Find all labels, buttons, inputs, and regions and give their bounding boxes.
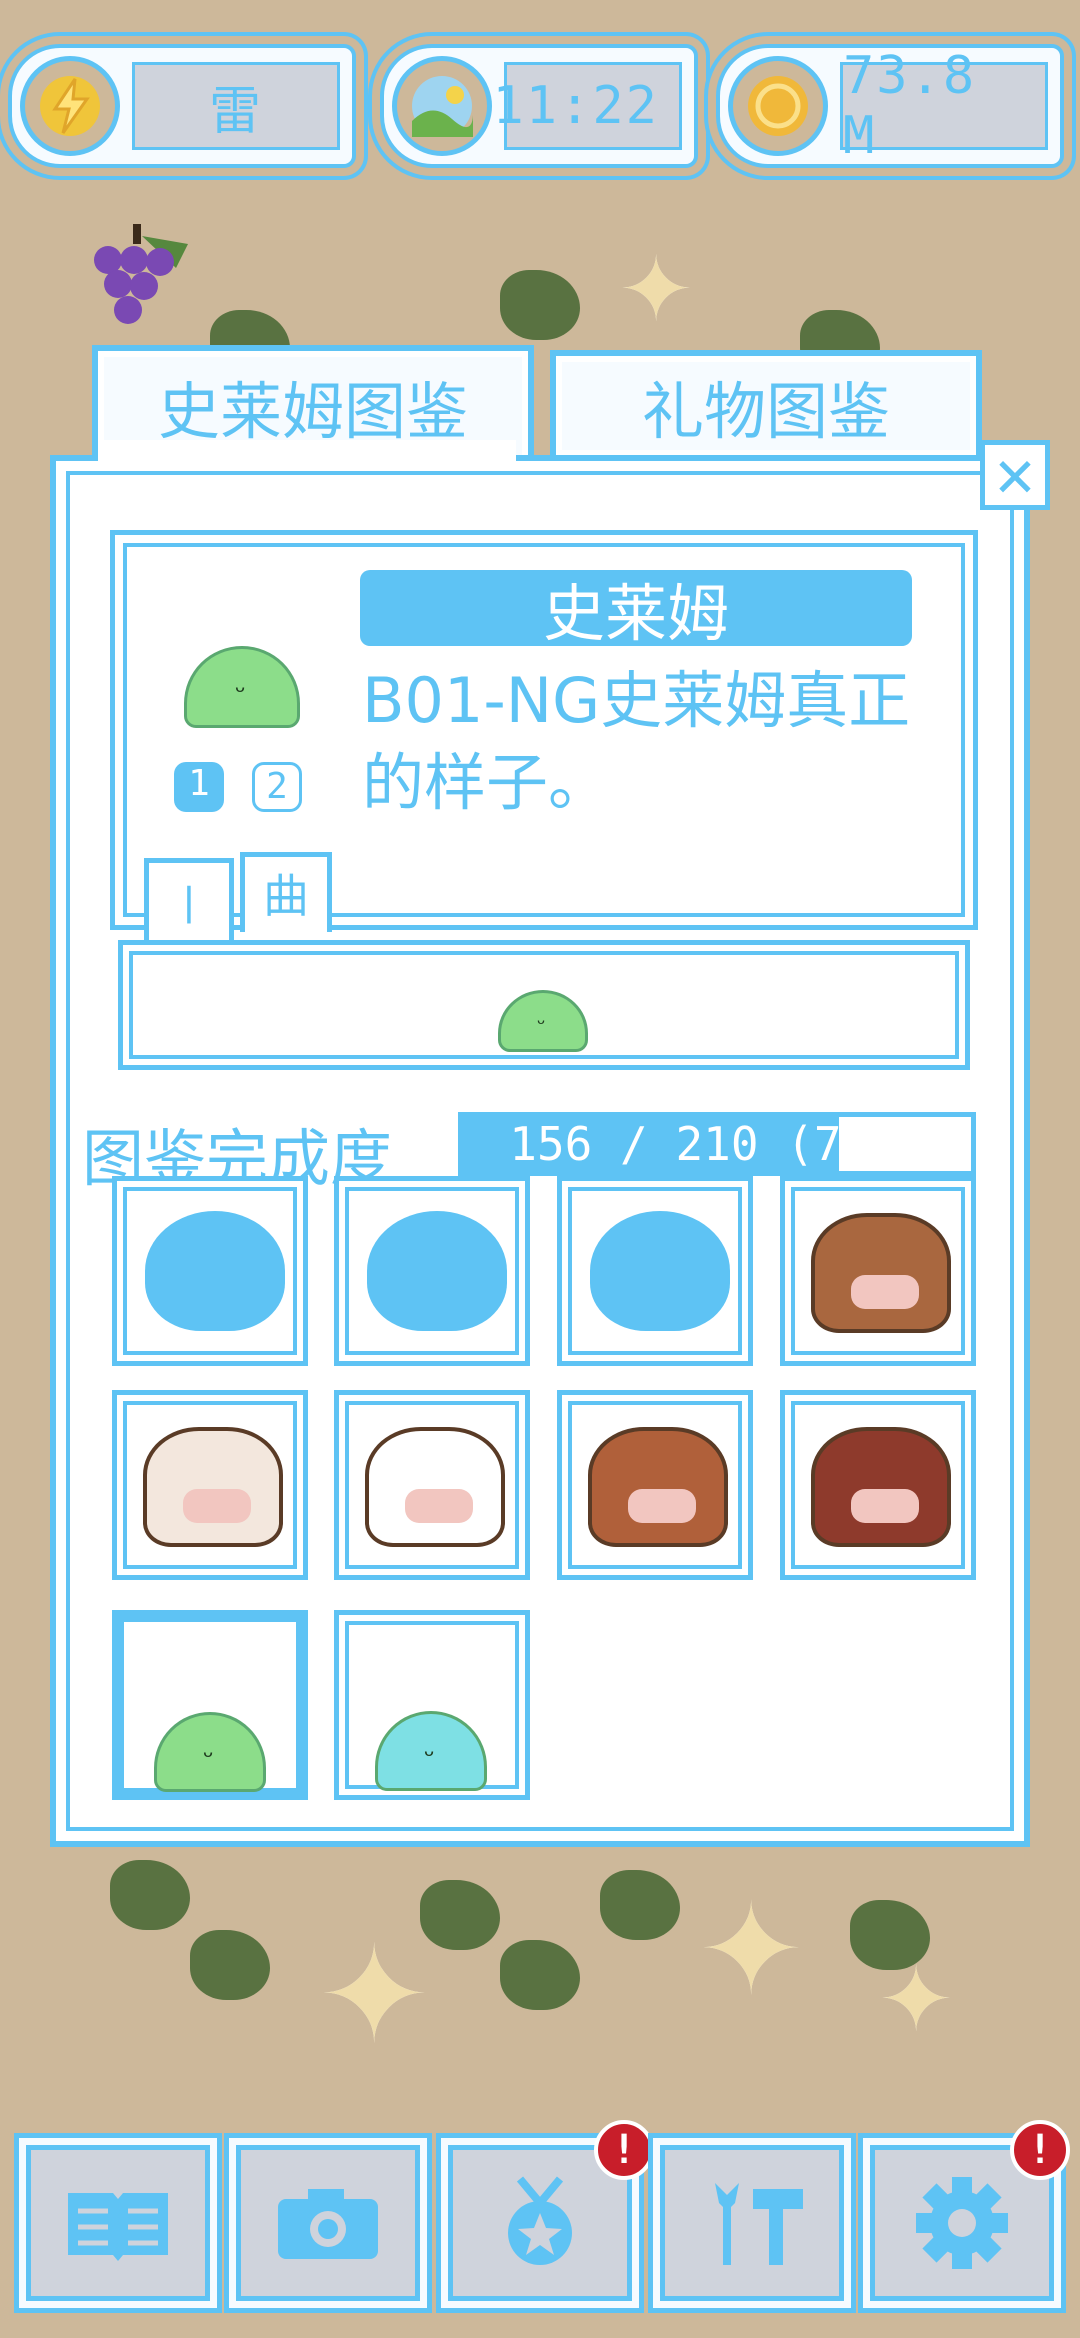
completion-progress-bar: 156 / 210 (74%) [458, 1112, 976, 1176]
landscape-sun-icon [392, 56, 492, 156]
holstein-cow-icon [365, 1427, 505, 1547]
pin-icon: ❘ [175, 875, 203, 929]
coin-icon [728, 56, 828, 156]
lightning-icon [20, 56, 120, 156]
song-icon: 曲 [263, 869, 309, 923]
gear-icon [916, 2177, 1008, 2269]
tab-label: 礼物图鉴 [641, 375, 890, 448]
unknown-creature-icon [367, 1211, 507, 1331]
grape-decoration-icon [78, 220, 198, 340]
close-button[interactable]: ✕ [980, 440, 1050, 510]
time-value: 11:22 [492, 62, 682, 150]
sub-tab-song[interactable]: 曲 [240, 852, 332, 932]
tools-icon [715, 2183, 803, 2265]
page-2-button[interactable]: 2 [252, 762, 302, 812]
creature-cell-horse[interactable] [557, 1390, 753, 1580]
book-button[interactable] [26, 2145, 210, 2301]
sub-tab-pin[interactable]: ❘ [144, 858, 234, 948]
leaf-decoration-icon [190, 1930, 270, 2000]
leaf-decoration-icon [420, 1880, 500, 1950]
snout [851, 1275, 919, 1309]
brown-cow-icon [811, 1213, 951, 1333]
active-tab-join [98, 440, 516, 470]
settings-notification-badge: ! [1010, 2120, 1070, 2180]
calico-cow-icon [143, 1427, 283, 1547]
sparkle-decoration-icon: ✦ [880, 1920, 953, 2059]
snout [405, 1489, 473, 1523]
book-icon [68, 2193, 168, 2261]
description-line: B01-NG史莱姆真正 [362, 664, 911, 737]
sparkle-decoration-icon: ✦ [700, 1836, 803, 2034]
creature-cell-calico-cow[interactable] [112, 1390, 308, 1580]
tab-label: 史莱姆图鉴 [157, 375, 468, 448]
creature-description: B01-NG史莱姆真正 的样子。 [362, 660, 942, 824]
snout [183, 1489, 251, 1523]
creature-cell-blue-slime[interactable]: ᵕ [334, 1610, 530, 1800]
creature-cell-brown-cow[interactable] [780, 1176, 976, 1366]
unknown-creature-icon [145, 1211, 285, 1331]
creature-cell-monkey[interactable] [780, 1390, 976, 1580]
coins-value: 73.8 M [840, 46, 1048, 166]
creature-cell-green-slime[interactable]: ᵕ [112, 1610, 308, 1800]
green-slime-icon: ᵕ [154, 1712, 266, 1792]
time-status[interactable]: 11:22 [380, 44, 698, 168]
camera-icon [278, 2189, 378, 2259]
weather-value: 雷 [132, 62, 340, 150]
tab-gift-encyclopedia[interactable]: 礼物图鉴 [550, 350, 982, 456]
leaf-decoration-icon [110, 1860, 190, 1930]
weather-status[interactable]: 雷 [8, 44, 356, 168]
camera-button[interactable] [236, 2145, 420, 2301]
sparkle-decoration-icon: ✦ [620, 210, 693, 349]
leaf-decoration-icon [500, 1940, 580, 2010]
monkey-icon [811, 1427, 951, 1547]
coins-status[interactable]: 73.8 M [716, 44, 1064, 168]
creature-cell-unknown-creature[interactable] [334, 1176, 530, 1366]
tools-button[interactable] [660, 2145, 844, 2301]
creature-cell-unknown-creature[interactable] [112, 1176, 308, 1366]
medal-notification-badge: ! [594, 2120, 654, 2180]
snout [851, 1489, 919, 1523]
page-1-button[interactable]: 1 [174, 762, 224, 812]
leaf-decoration-icon [600, 1870, 680, 1940]
leaf-decoration-icon [500, 270, 580, 340]
creature-name: 史莱姆 [360, 570, 912, 650]
completion-text: 156 / 210 (74%) [509, 1117, 925, 1171]
snout [628, 1489, 696, 1523]
blue-slime-icon: ᵕ [375, 1711, 487, 1791]
medal-icon [508, 2176, 572, 2265]
creature-cell-unknown-creature[interactable] [557, 1176, 753, 1366]
horse-icon [588, 1427, 728, 1547]
creature-cell-holstein-cow[interactable] [334, 1390, 530, 1580]
description-line: 的样子。 [362, 746, 611, 819]
sparkle-decoration-icon: ✦ [320, 1875, 429, 2084]
unknown-creature-icon [590, 1211, 730, 1331]
